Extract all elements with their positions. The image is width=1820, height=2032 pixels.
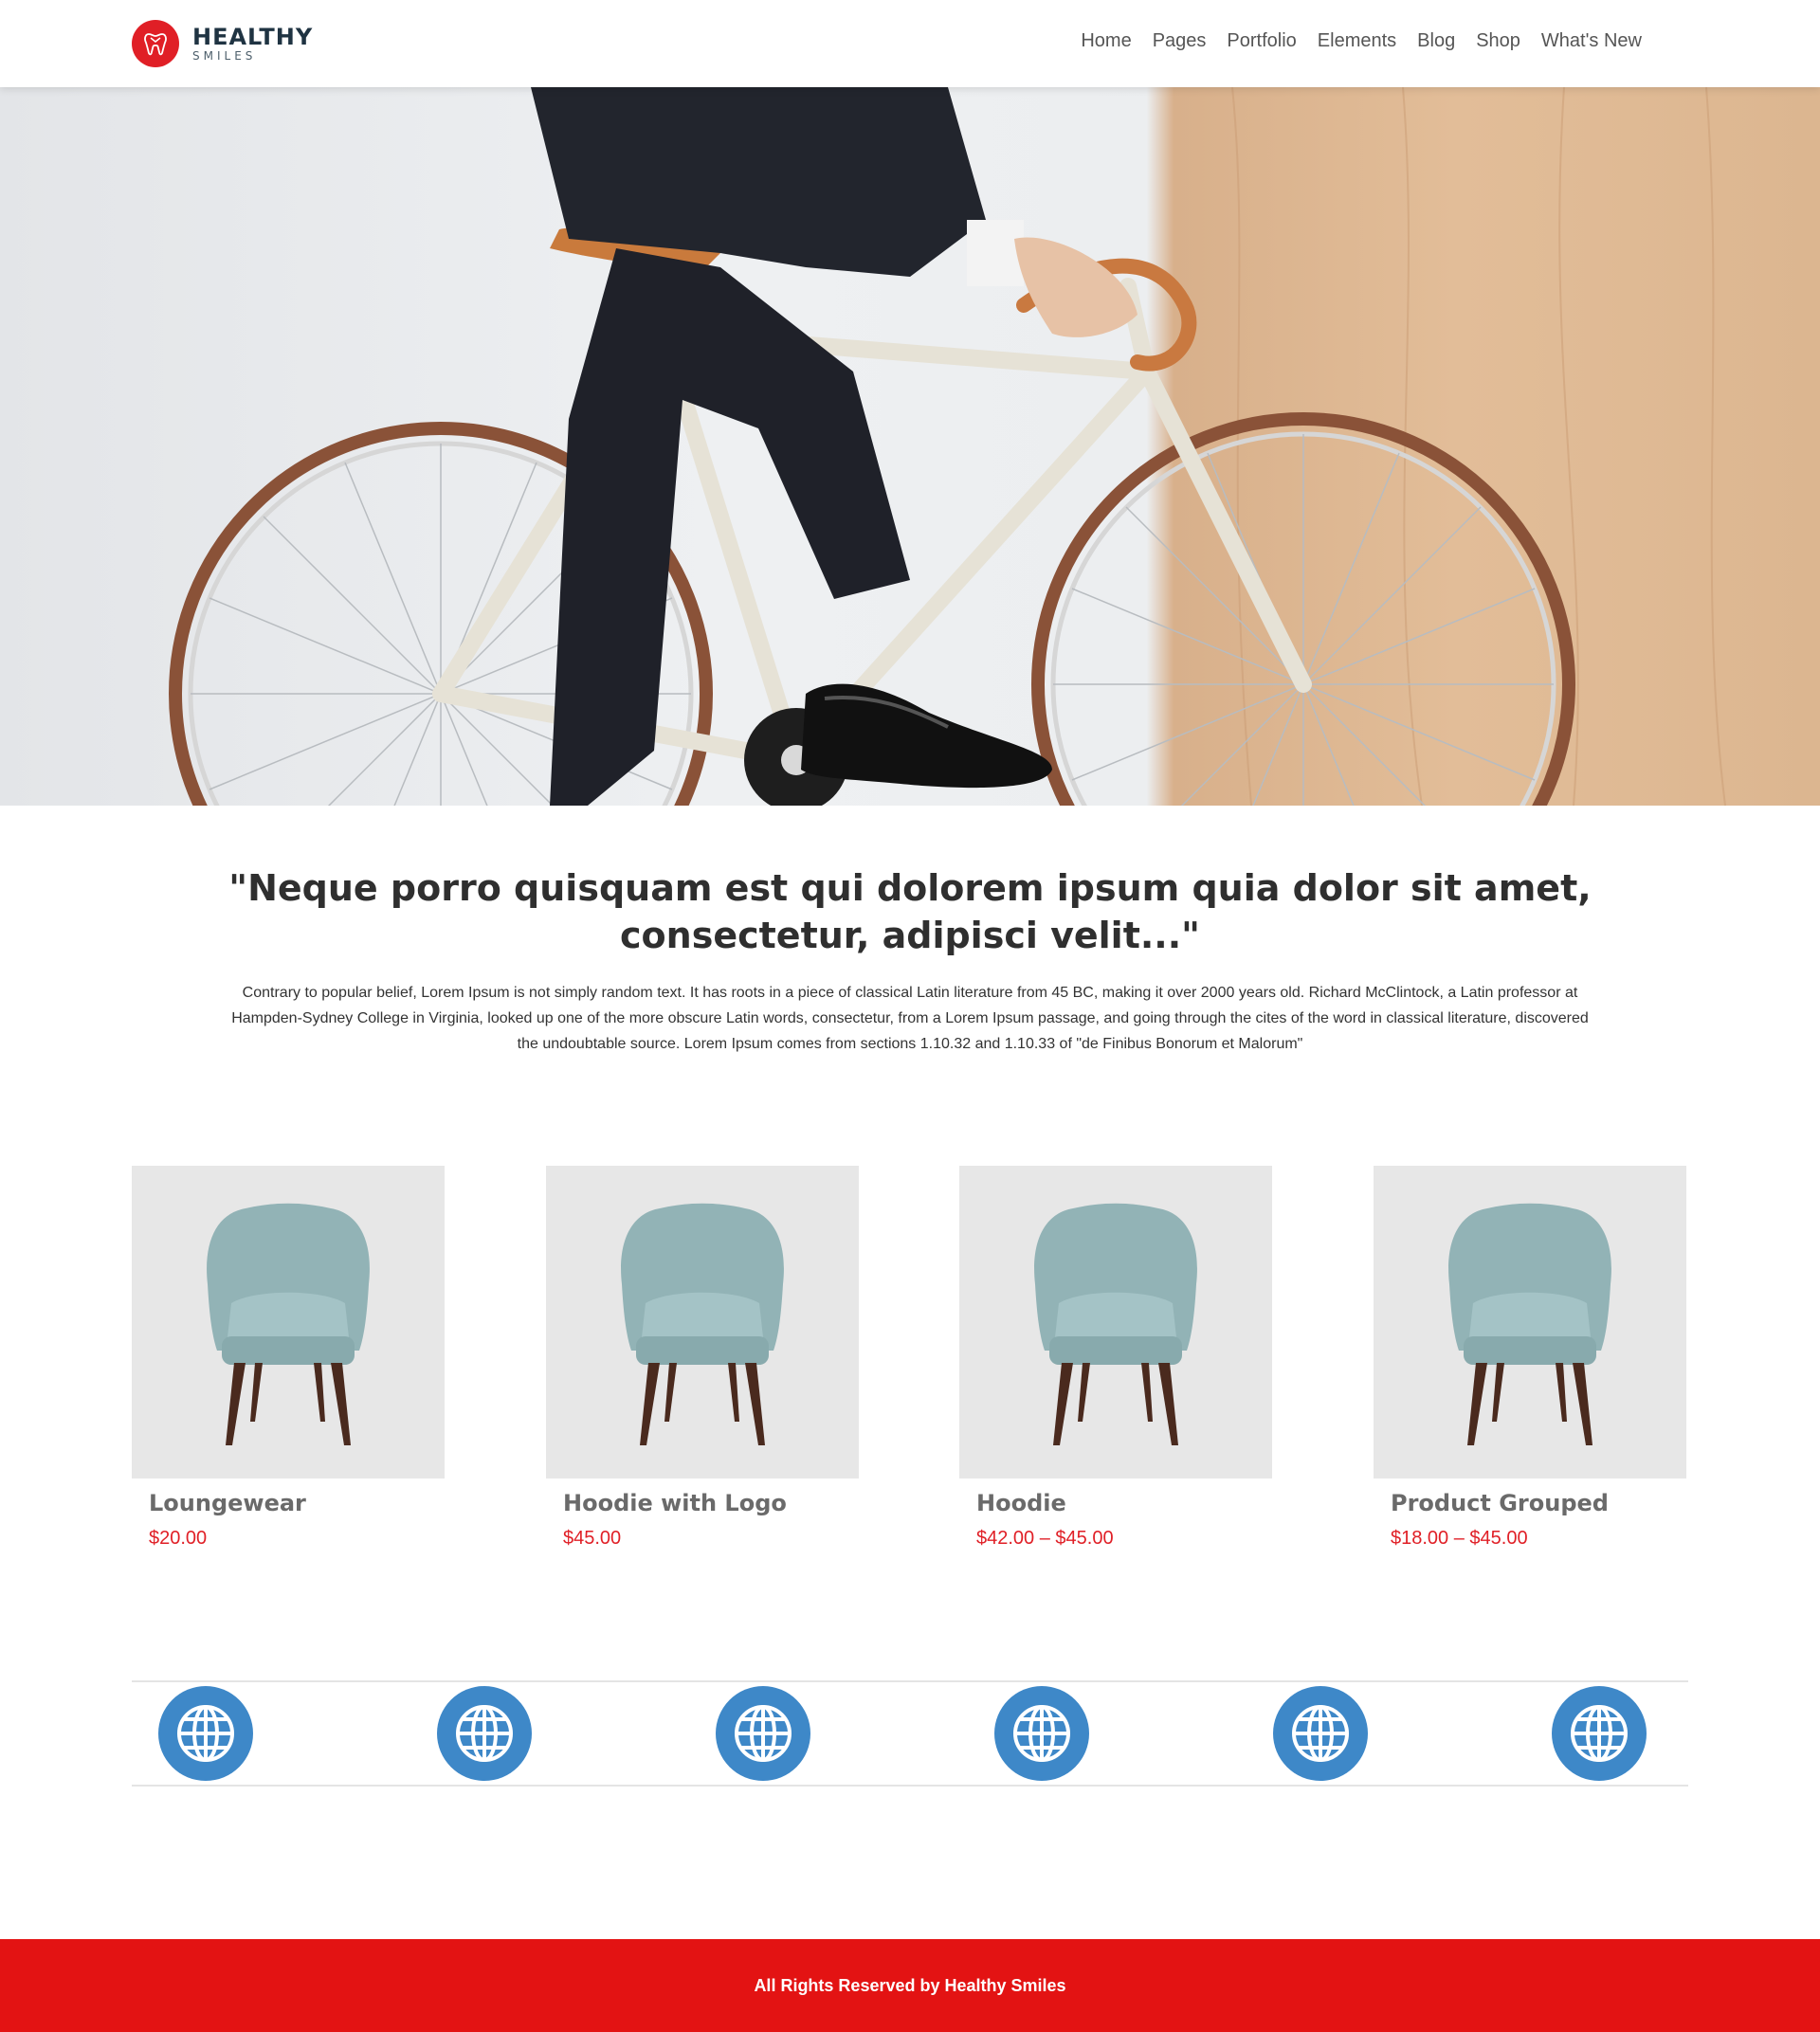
partner-icons-strip (132, 1680, 1688, 1787)
armchair-image[interactable] (1374, 1166, 1686, 1479)
product-name[interactable]: Hoodie with Logo (563, 1490, 859, 1516)
product-grid: Loungewear $20.00 Hoodie with Logo $45.0… (132, 1166, 1688, 1549)
site-footer: All Rights Reserved by Healthy Smiles (0, 1939, 1820, 2032)
armchair-image[interactable] (959, 1166, 1272, 1479)
product-card[interactable]: Hoodie with Logo $45.00 (546, 1166, 859, 1550)
armchair-image[interactable] (546, 1166, 859, 1479)
globe-icon[interactable] (437, 1686, 532, 1781)
product-price: $45.00 (563, 1528, 622, 1549)
product-price: $18.00 – $45.00 (1391, 1528, 1528, 1549)
product-name[interactable]: Loungewear (149, 1490, 445, 1516)
tooth-icon (132, 20, 179, 67)
globe-icon[interactable] (158, 1686, 253, 1781)
globe-icon[interactable] (1273, 1686, 1368, 1781)
nav-item-pages[interactable]: Pages (1153, 30, 1207, 52)
product-card[interactable]: Loungewear $20.00 (132, 1166, 445, 1550)
armchair-image[interactable] (132, 1166, 445, 1479)
product-card[interactable]: Hoodie $42.00 – $45.00 (959, 1166, 1272, 1550)
nav-item-whats-new[interactable]: What's New (1541, 30, 1642, 52)
nav-item-home[interactable]: Home (1081, 30, 1131, 52)
featured-quote: "Neque porro quisquam est qui dolorem ip… (228, 867, 1592, 956)
globe-icon[interactable] (994, 1686, 1089, 1781)
globe-icon[interactable] (716, 1686, 810, 1781)
site-header: HEALTHY SMILES Home Pages Portfolio Elem… (0, 0, 1820, 87)
product-price: $20.00 (149, 1528, 208, 1549)
product-card[interactable]: Product Grouped $18.00 – $45.00 (1374, 1166, 1686, 1550)
nav-item-elements[interactable]: Elements (1318, 30, 1396, 52)
nav-item-shop[interactable]: Shop (1476, 30, 1520, 52)
product-name[interactable]: Hoodie (976, 1490, 1272, 1516)
nav-item-blog[interactable]: Blog (1417, 30, 1455, 52)
nav-item-portfolio[interactable]: Portfolio (1227, 30, 1296, 52)
site-logo[interactable]: HEALTHY SMILES (132, 20, 313, 67)
product-price: $42.00 – $45.00 (976, 1528, 1114, 1549)
hero-image (0, 87, 1820, 806)
brand-title: HEALTHY (192, 24, 314, 50)
globe-icon[interactable] (1552, 1686, 1647, 1781)
intro-paragraph: Contrary to popular belief, Lorem Ipsum … (231, 985, 1589, 1052)
copyright-text: All Rights Reserved by Healthy Smiles (754, 1975, 1066, 1995)
brand-subtitle: SMILES (192, 49, 257, 63)
main-nav: Home Pages Portfolio Elements Blog Shop … (1060, 30, 1642, 52)
product-name[interactable]: Product Grouped (1391, 1490, 1686, 1516)
